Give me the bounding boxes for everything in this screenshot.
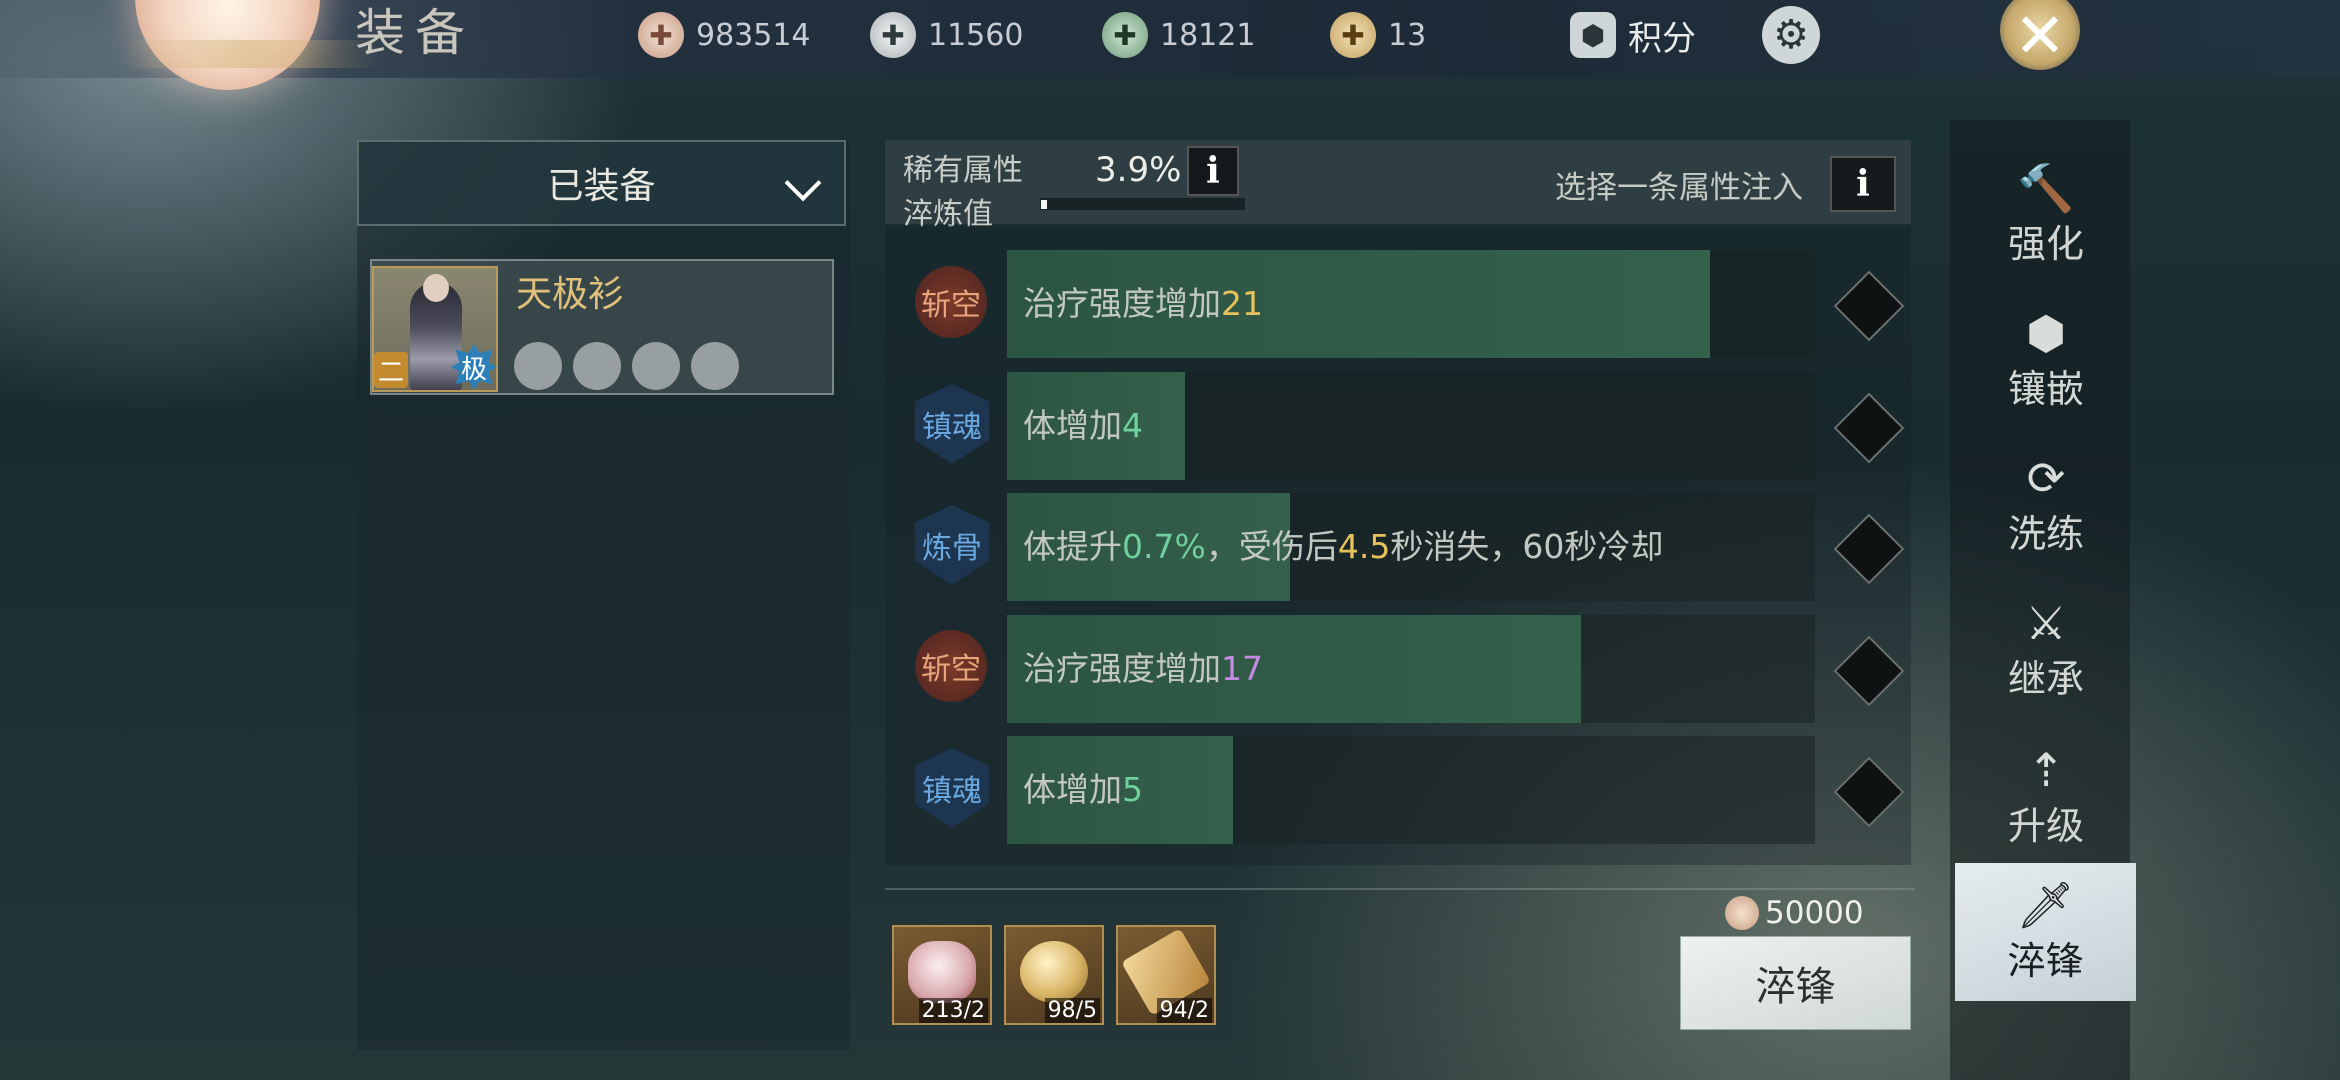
material-slot[interactable]: 98/5 [1004,925,1104,1025]
rare-percent: 3.9% [1095,150,1182,190]
attribute-value: 4.5 [1337,527,1391,566]
attribute-desc: 治疗强度增加 [1023,649,1221,688]
material-slot[interactable]: 213/2 [892,925,992,1025]
refine-button[interactable]: 淬锋 [1680,936,1911,1030]
item-name: 天极衫 [516,274,625,315]
settings-button[interactable]: ⚙ [1762,6,1820,64]
attribute-tag: 斩空 [915,266,987,338]
material-count: 213/2 [918,998,988,1023]
nav-inherit[interactable]: ⚔ 继承 [1958,585,2134,715]
select-hint: 选择一条属性注入 [1555,170,1803,206]
dropdown-label: 已装备 [547,166,656,207]
nav-label: 淬锋 [2007,938,2084,983]
grade-badge: 二 [374,352,408,388]
nav-temper[interactable]: 🗡 淬锋 [1955,863,2136,1001]
select-info-button[interactable]: i [1830,156,1896,212]
nav-label: 强化 [2007,221,2084,266]
currency-coins-value: 983514 [696,17,811,53]
material-slot[interactable]: 94/2 [1116,925,1216,1025]
attribute-row[interactable]: 治疗强度增加17 [1007,615,1815,723]
cost-value: 50000 [1765,895,1864,931]
attribute-value: 0.7% [1122,527,1206,566]
currency-jade[interactable]: ✚ 18121 [1102,10,1255,60]
attribute-value: 5 [1122,770,1143,809]
close-button[interactable]: ✕ [1975,0,2105,80]
attribute-text: 体增加5 [1023,736,1143,844]
attribute-text: 治疗强度增加17 [1023,615,1263,723]
attribute-desc: 体增加 [1023,770,1122,809]
gold-orb-icon [1020,941,1088,1003]
silver-ingot-plus-icon: ✚ [870,12,916,58]
refine-progress-track [1040,198,1245,210]
coin-icon [1725,896,1759,930]
attribute-row[interactable]: 体增加4 [1007,372,1815,480]
material-count: 98/5 [1044,998,1100,1023]
attribute-row[interactable]: 体提升0.7%，受伤后4.5秒消失，60秒冷却 [1007,493,1815,601]
nav-strengthen[interactable]: 🔨 强化 [1958,150,2134,280]
upgrade-icon: ⇡ [2026,742,2066,797]
rare-attribute-label: 稀有属性 [903,153,1023,188]
gem-slot [573,342,621,390]
points-button[interactable]: ⬢ 积分 [1570,10,1696,60]
gem-slot [632,342,680,390]
nav-label: 镶嵌 [2007,366,2084,411]
attribute-value: 4 [1122,406,1143,445]
close-icon: ✕ [2014,0,2066,72]
gear-icon: ⚙ [1762,6,1820,64]
nav-label: 洗练 [2007,511,2084,556]
attribute-desc: ，受伤后 [1205,527,1338,566]
divider [885,888,1915,890]
cloud-decoration [120,40,380,68]
attribute-desc: 秒消失，60秒冷却 [1390,527,1664,566]
gold-ingot-plus-icon: ✚ [1330,12,1376,58]
gem-slot [514,342,562,390]
currency-silver-value: 11560 [928,17,1024,53]
inherit-icon: ⚔ [2025,595,2067,650]
shield-points-icon: ⬢ [1570,12,1616,58]
coin-plus-icon: ✚ [638,12,684,58]
quality-badge: 极 [451,344,497,390]
jade-ticket-plus-icon: ✚ [1102,12,1148,58]
material-count: 94/2 [1156,998,1212,1023]
refine-cost: 50000 [1725,895,1864,931]
hammer-icon: 🔨 [2017,160,2075,215]
blade-icon: 🗡 [2016,877,2075,932]
attribute-text: 治疗强度增加21 [1023,250,1263,358]
currency-coins[interactable]: ✚ 983514 [638,10,811,60]
currency-gold[interactable]: ✚ 13 [1330,10,1426,60]
attribute-value: 21 [1221,284,1263,323]
rare-info-button[interactable]: i [1187,146,1239,196]
nav-inlay[interactable]: ⬢ 镶嵌 [1958,295,2134,425]
points-label: 积分 [1628,18,1696,59]
refresh-icon: ⟳ [2026,450,2066,505]
chevron-down-icon [784,164,822,202]
nav-label: 升级 [2007,803,2084,848]
pearl-shell-icon [908,941,976,1003]
attribute-row[interactable]: 治疗强度增加21 [1007,250,1815,358]
nav-label: 继承 [2007,656,2084,701]
page-title: 装备 [355,4,475,62]
gem-slot [691,342,739,390]
attribute-row[interactable]: 体增加5 [1007,736,1815,844]
attribute-text: 体增加4 [1023,372,1143,480]
attribute-desc: 治疗强度增加 [1023,284,1221,323]
gem-icon: ⬢ [2025,305,2067,360]
nav-upgrade[interactable]: ⇡ 升级 [1958,732,2134,862]
figure-head [423,274,449,302]
equipped-filter-dropdown[interactable]: 已装备 [357,140,846,226]
attribute-text: 体提升0.7%，受伤后4.5秒消失，60秒冷却 [1023,493,1663,601]
currency-gold-value: 13 [1388,17,1427,53]
attribute-desc: 体提升 [1023,527,1122,566]
refine-progress-fill [1041,200,1047,209]
nav-reforge[interactable]: ⟳ 洗练 [1958,440,2134,570]
currency-silver[interactable]: ✚ 11560 [870,10,1023,60]
attribute-desc: 体增加 [1023,406,1122,445]
attribute-value: 17 [1221,649,1263,688]
attribute-tag: 斩空 [915,630,987,702]
currency-jade-value: 18121 [1160,17,1256,53]
